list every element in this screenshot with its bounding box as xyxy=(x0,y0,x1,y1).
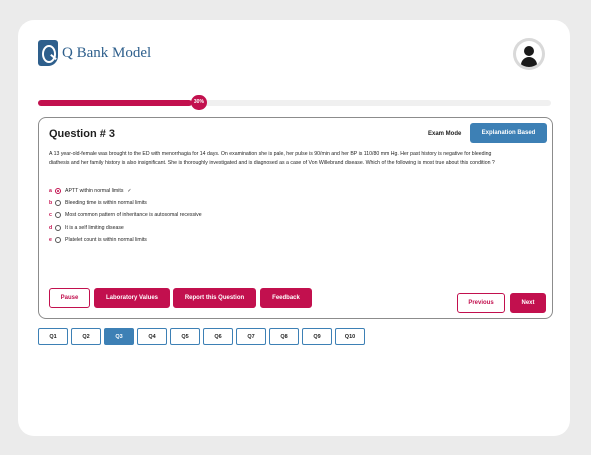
question-nav-button[interactable]: Q6 xyxy=(203,328,233,345)
radio-icon[interactable] xyxy=(55,200,61,207)
option-text: It is a self limiting disease xyxy=(65,224,124,231)
pause-button[interactable]: Pause xyxy=(49,288,90,308)
question-nav-button[interactable]: Q8 xyxy=(269,328,299,345)
progress-fill xyxy=(38,100,192,106)
question-nav-button[interactable]: Q4 xyxy=(137,328,167,345)
question-nav-button[interactable]: Q1 xyxy=(38,328,68,345)
laboratory-values-button[interactable]: Laboratory Values xyxy=(94,288,170,308)
brand-logo[interactable]: Q Bank Model xyxy=(38,40,151,66)
checkmark-icon: ✓ xyxy=(127,188,132,195)
radio-icon[interactable] xyxy=(55,224,61,231)
question-title: Question # 3 xyxy=(49,128,116,140)
option-text: Most common pattern of inheritance is au… xyxy=(65,212,202,219)
brand-name: Q Bank Model xyxy=(62,44,152,61)
question-nav-button[interactable]: Q9 xyxy=(302,328,332,345)
question-nav-button[interactable]: Q5 xyxy=(170,328,200,345)
user-icon-head xyxy=(524,46,534,56)
answer-options: a APTT within normal limits ✓ b Bleeding… xyxy=(49,185,202,246)
question-nav-button[interactable]: Q7 xyxy=(236,328,266,345)
option-text: Platelet count is within normal limits xyxy=(65,236,147,243)
option-e[interactable]: e Platelet count is within normal limits xyxy=(49,234,202,246)
option-text: Bleeding time is within normal limits xyxy=(65,200,147,207)
exam-mode-label: Exam Mode xyxy=(428,131,462,137)
option-a[interactable]: a APTT within normal limits ✓ xyxy=(49,185,202,197)
question-panel: Question # 3 Exam Mode Explanation Based… xyxy=(38,117,553,319)
progress-bar: 30% xyxy=(38,95,551,110)
progress-badge: 30% xyxy=(190,95,207,110)
previous-button[interactable]: Previous xyxy=(457,293,505,313)
option-d[interactable]: d It is a self limiting disease xyxy=(49,222,202,234)
question-nav-button[interactable]: Q10 xyxy=(335,328,365,345)
option-b[interactable]: b Bleeding time is within normal limits xyxy=(49,197,202,209)
question-navigator: Q1 Q2 Q3 Q4 Q5 Q6 Q7 Q8 Q9 Q10 xyxy=(38,328,368,345)
user-icon-body xyxy=(521,57,537,67)
question-stem: A 13 year-old-female was brought to the … xyxy=(49,151,495,166)
question-nav-button[interactable]: Q3 xyxy=(104,328,134,345)
user-icon xyxy=(516,41,542,67)
report-question-button[interactable]: Report this Question xyxy=(173,288,256,308)
question-nav-button[interactable]: Q2 xyxy=(71,328,101,345)
option-text: APTT within normal limits xyxy=(65,188,124,195)
radio-selected-icon[interactable] xyxy=(55,188,61,195)
option-c[interactable]: c Most common pattern of inheritance is … xyxy=(49,209,202,221)
next-button[interactable]: Next xyxy=(510,293,546,313)
q-logo-icon xyxy=(38,40,58,66)
radio-icon[interactable] xyxy=(55,236,61,243)
explanation-based-button[interactable]: Explanation Based xyxy=(470,123,547,143)
feedback-button[interactable]: Feedback xyxy=(260,288,312,308)
user-avatar[interactable] xyxy=(513,38,545,70)
radio-icon[interactable] xyxy=(55,212,61,219)
